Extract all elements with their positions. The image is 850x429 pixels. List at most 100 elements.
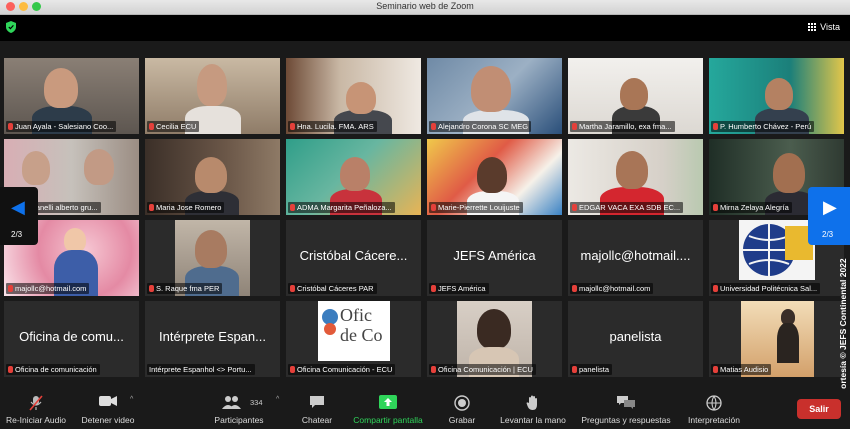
window-titlebar: Seminario web de Zoom	[0, 0, 850, 15]
share-screen-button[interactable]: Compartir pantalla	[344, 389, 432, 429]
shield-icon[interactable]	[6, 21, 16, 33]
participant-name-label: Marie-Pierrette Louijuste	[429, 202, 523, 213]
participant-name-label: Maria Jose Romero	[147, 202, 225, 213]
muted-mic-icon	[713, 366, 718, 373]
chevron-left-icon: ◀	[11, 197, 25, 217]
participant-tile[interactable]: Matias Audisio	[709, 301, 844, 377]
participant-name-label: majollc@hotmail.com	[6, 283, 90, 294]
participant-tile[interactable]: ADMA Margarita Peñaloza...	[286, 139, 421, 215]
participant-tile[interactable]: Cecilia ECU	[145, 58, 280, 134]
participant-tile[interactable]: Martha Jaramillo, exa fma...	[568, 58, 703, 134]
participant-name-label: ADMA Margarita Peñaloza...	[288, 202, 395, 213]
participant-tile[interactable]: panelista panelista	[568, 301, 703, 377]
participants-options-caret[interactable]: ^	[276, 396, 279, 403]
audio-button[interactable]: Re-Iniciar Audio	[0, 389, 72, 429]
participant-name-label: Oficina Comunicación | ECU	[429, 364, 536, 375]
muted-mic-icon	[431, 366, 436, 373]
raise-hand-button[interactable]: Levantar la mano	[494, 389, 572, 429]
muted-mic-icon	[290, 285, 295, 292]
participant-tile[interactable]: Juan Ayala - Salesiano Coo...	[4, 58, 139, 134]
participant-tile[interactable]: Alejandro Corona SC MEG	[427, 58, 562, 134]
participant-name-label: majollc@hotmail.com	[570, 283, 654, 294]
video-options-caret[interactable]: ^	[130, 396, 133, 403]
previous-page-button[interactable]: ◀ 2/3	[0, 187, 38, 245]
questions-answers-button[interactable]: Preguntas y respuestas	[574, 389, 678, 429]
muted-mic-icon	[572, 123, 577, 130]
interpretation-button[interactable]: Interpretación	[682, 389, 746, 429]
participant-name-label: Alejandro Corona SC MEG	[429, 121, 532, 132]
window-title: Seminario web de Zoom	[376, 1, 474, 11]
participant-name-label: Mirna Zelaya Alegría	[711, 202, 792, 213]
muted-mic-icon	[149, 123, 154, 130]
record-icon	[454, 395, 470, 411]
leaf-logo-icon	[322, 309, 338, 335]
participant-name-label: Universidad Politécnica Sal...	[711, 283, 821, 294]
university-logo	[739, 220, 815, 280]
muted-mic-icon	[290, 204, 295, 211]
participant-display-name: Oficina de comu...	[19, 329, 124, 344]
muted-mic-icon	[8, 366, 13, 373]
participants-count: 334	[250, 398, 263, 407]
chat-bubble-icon	[310, 396, 324, 408]
participant-tile[interactable]: majollc@hotmail.... majollc@hotmail.com	[568, 220, 703, 296]
muted-mic-icon	[290, 123, 295, 130]
participant-name-label: Intérprete Espanhol <> Portu...	[147, 364, 255, 375]
muted-mic-icon	[572, 366, 577, 373]
participant-name-label: Matias Audisio	[711, 364, 772, 375]
video-camera-icon	[99, 396, 117, 406]
view-button[interactable]: Vista	[808, 22, 840, 32]
muted-mic-icon	[713, 285, 718, 292]
muted-mic-icon	[572, 285, 577, 292]
muted-mic-icon	[713, 204, 718, 211]
video-button[interactable]: Detener video	[72, 389, 144, 429]
participant-tile[interactable]: Cristóbal Cácere... Cristóbal Cáceres PA…	[286, 220, 421, 296]
view-label: Vista	[820, 22, 840, 32]
participants-icon	[222, 396, 242, 409]
muted-mic-icon	[713, 123, 718, 130]
participant-tile[interactable]: Ofic de Co Oficina Comunicación - ECU	[286, 301, 421, 377]
video-gallery: Juan Ayala - Salesiano Coo... Cecilia EC…	[0, 41, 850, 389]
muted-mic-icon	[149, 204, 154, 211]
participant-tile[interactable]: JEFS América JEFS América	[427, 220, 562, 296]
record-button[interactable]: Grabar	[436, 389, 488, 429]
meeting-topbar: Vista	[0, 15, 850, 41]
participant-tile[interactable]: Hna. Lucila. FMA. ARS	[286, 58, 421, 134]
raise-hand-icon	[526, 395, 537, 410]
participant-tile[interactable]: Maria Jose Romero	[145, 139, 280, 215]
participant-tile[interactable]: Marie-Pierrette Louijuste	[427, 139, 562, 215]
muted-microphone-icon	[29, 395, 43, 411]
meeting-toolbar: Re-Iniciar Audio Detener video ^ 334 Par…	[0, 389, 850, 429]
muted-mic-icon	[8, 123, 13, 130]
globe-icon	[706, 395, 722, 411]
participant-name-label: panelista	[570, 364, 613, 375]
muted-mic-icon	[431, 204, 436, 211]
next-page-button[interactable]: ▶ 2/3	[808, 187, 850, 245]
participant-name-label: Oficina Comunicación - ECU	[288, 364, 396, 375]
participant-display-name: Cristóbal Cácere...	[299, 248, 408, 263]
participant-tile[interactable]: Oficina de comu... Oficina de comunicaci…	[4, 301, 139, 377]
participant-name-label: JEFS América	[429, 283, 489, 294]
participant-name-label: Martha Jaramillo, exa fma...	[570, 121, 675, 132]
chat-button[interactable]: Chatear	[290, 389, 344, 429]
participant-name-label: Hna. Lucila. FMA. ARS	[288, 121, 377, 132]
muted-mic-icon	[8, 285, 13, 292]
leave-button[interactable]: Salir	[797, 399, 841, 419]
qa-icon	[617, 396, 635, 409]
oficina-logo: Ofic de Co	[318, 301, 390, 361]
participant-name-label: EDGAR VACA EXA SDB EC...	[570, 202, 684, 213]
participant-tile[interactable]: Intérprete Espan... Intérprete Espanhol …	[145, 301, 280, 377]
share-screen-icon	[379, 395, 397, 409]
muted-mic-icon	[290, 366, 295, 373]
participant-name-label: S. Raque fma PER	[147, 283, 223, 294]
participant-display-name: Intérprete Espan...	[159, 329, 266, 344]
muted-mic-icon	[149, 285, 154, 292]
participant-name-label: Juan Ayala - Salesiano Coo...	[6, 121, 117, 132]
participant-tile[interactable]: P. Humberto Chávez - Perú	[709, 58, 844, 134]
participants-button[interactable]: 334 Participantes	[200, 389, 278, 429]
participant-name-label: Cecilia ECU	[147, 121, 200, 132]
participant-tile[interactable]: S. Raque fma PER	[145, 220, 280, 296]
participant-tile[interactable]: EDGAR VACA EXA SDB EC...	[568, 139, 703, 215]
muted-mic-icon	[572, 204, 577, 211]
participant-name-label: Cristóbal Cáceres PAR	[288, 283, 377, 294]
participant-tile[interactable]: Oficina Comunicación | ECU	[427, 301, 562, 377]
